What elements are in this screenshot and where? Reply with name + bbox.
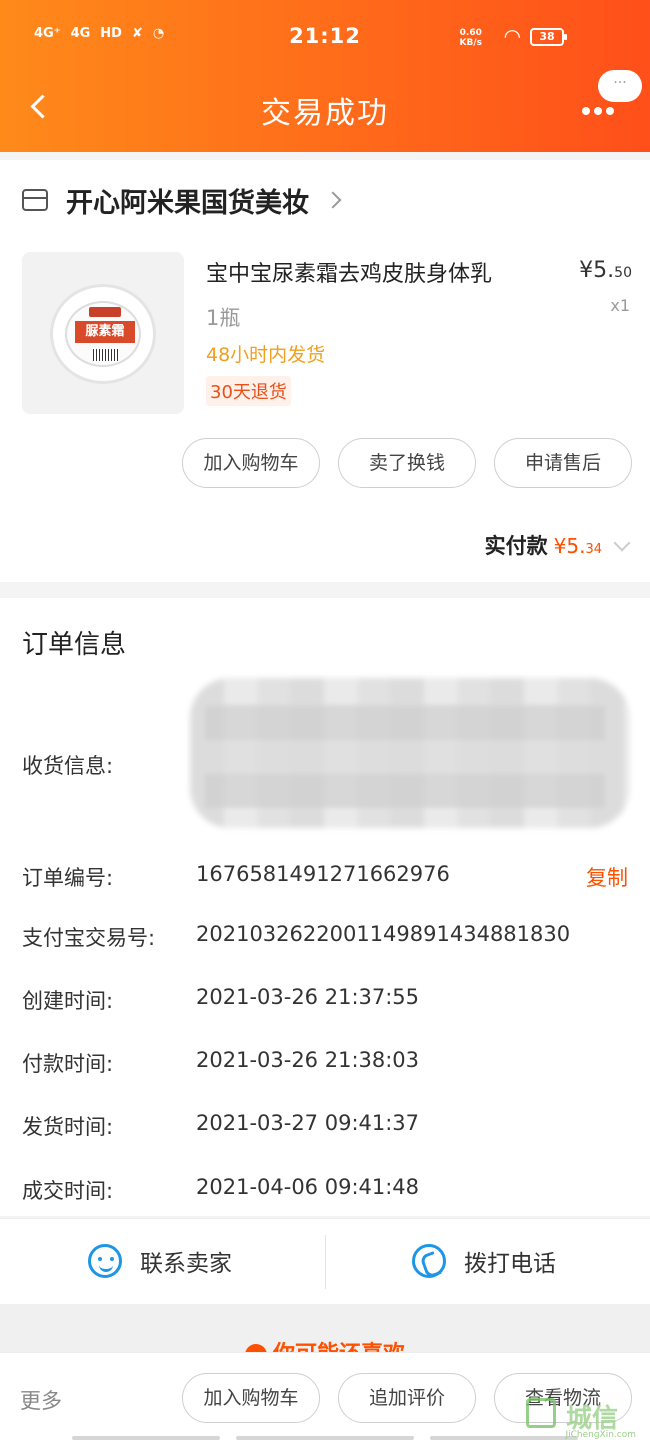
shipped-time-value: 2021-03-27 09:41:37 bbox=[196, 1111, 420, 1135]
copy-button[interactable]: 复制 bbox=[586, 862, 628, 892]
order-no-label: 订单编号: bbox=[22, 866, 114, 890]
wifi-icon: ◠ bbox=[504, 24, 520, 48]
order-info-title: 订单信息 bbox=[22, 630, 127, 660]
paid-time-label: 付款时间: bbox=[22, 1052, 114, 1076]
order-no-value: 1676581491271662976 bbox=[196, 862, 450, 886]
contact-seller-button[interactable]: 联系卖家 bbox=[88, 1241, 232, 1281]
store-name: 开心阿米果国货美妆 bbox=[66, 187, 309, 219]
page-title: 交易成功 bbox=[261, 96, 389, 131]
shipped-time-label: 发货时间: bbox=[22, 1115, 114, 1139]
completed-time-value: 2021-04-06 09:41:48 bbox=[196, 1175, 420, 1199]
speed-value: 0.60 bbox=[459, 28, 482, 38]
paid-time-value: 2021-03-26 21:38:03 bbox=[196, 1048, 420, 1072]
jar-label: 脲素霜 bbox=[75, 321, 135, 343]
product-qty: x1 bbox=[610, 296, 630, 315]
recommend-title: 你可能还喜欢 bbox=[0, 1336, 650, 1352]
chat-face-icon bbox=[88, 1244, 122, 1278]
created-time-label: 创建时间: bbox=[22, 989, 114, 1013]
product-image[interactable]: 脲素霜 bbox=[22, 252, 184, 414]
status-bar: 4G⁺ 4G HD ✘ ◔ 21:12 0.60 KB/s ◠ 38 bbox=[0, 18, 650, 58]
call-phone-button[interactable]: 拨打电话 bbox=[412, 1241, 556, 1281]
paid-amount: ¥5.34 bbox=[553, 534, 602, 558]
add-to-cart-button[interactable]: 加入购物车 bbox=[182, 438, 320, 488]
alipay-no-label: 支付宝交易号: bbox=[22, 926, 156, 950]
jar-illustration: 脲素霜 bbox=[50, 284, 156, 384]
divider bbox=[325, 1235, 326, 1289]
contact-bar: 联系卖家 拨打电话 bbox=[0, 1218, 650, 1304]
bottom-add-to-cart-button[interactable]: 加入购物车 bbox=[182, 1373, 320, 1423]
recommend-header: 你可能还喜欢 bbox=[0, 1304, 650, 1352]
battery-icon: 38 bbox=[530, 28, 567, 46]
heart-icon bbox=[244, 1344, 267, 1352]
paid-label: 实付款 bbox=[484, 534, 548, 558]
paid-amount-row[interactable]: 实付款 ¥5.34 bbox=[484, 530, 631, 560]
shipping-promise: 48小时内发货 bbox=[206, 344, 326, 366]
product-price: ¥5.50 bbox=[579, 258, 632, 283]
order-info-section: 订单信息 收货信息: 订单编号: 1676581491271662976 复制 … bbox=[0, 598, 650, 1216]
message-bubble-icon[interactable]: ··· bbox=[598, 70, 642, 102]
add-review-button[interactable]: 追加评价 bbox=[338, 1373, 476, 1423]
completed-time-label: 成交时间: bbox=[22, 1179, 114, 1203]
product-spec: 1瓶 bbox=[206, 306, 241, 330]
after-sales-button[interactable]: 申请售后 bbox=[494, 438, 632, 488]
alipay-no-value: 2021032622001149891434881830 bbox=[196, 922, 571, 946]
barcode-icon bbox=[93, 349, 119, 361]
nav-indicator bbox=[72, 1436, 220, 1440]
shipping-info-label: 收货信息: bbox=[22, 754, 114, 778]
order-card: 开心阿米果国货美妆 脲素霜 宝中宝尿素霜去鸡皮肤身体乳 ¥5.50 x1 1瓶 … bbox=[0, 160, 650, 582]
watermark-box-icon bbox=[526, 1398, 556, 1428]
product-title[interactable]: 宝中宝尿素霜去鸡皮肤身体乳 bbox=[206, 256, 492, 288]
created-time-value: 2021-03-26 21:37:55 bbox=[196, 985, 420, 1009]
resell-button[interactable]: 卖了换钱 bbox=[338, 438, 476, 488]
phone-icon bbox=[412, 1244, 446, 1278]
header: 4G⁺ 4G HD ✘ ◔ 21:12 0.60 KB/s ◠ 38 交易成功 … bbox=[0, 0, 650, 152]
chevron-right-icon bbox=[324, 191, 342, 209]
speed-unit: KB/s bbox=[459, 38, 482, 48]
store-link[interactable]: 开心阿米果国货美妆 bbox=[22, 180, 342, 220]
call-phone-label: 拨打电话 bbox=[464, 1251, 556, 1277]
contact-seller-label: 联系卖家 bbox=[140, 1251, 232, 1277]
nav-indicator bbox=[236, 1436, 414, 1440]
more-menu-icon[interactable] bbox=[582, 100, 622, 115]
return-policy-badge: 30天退货 bbox=[206, 376, 291, 406]
chevron-down-icon bbox=[613, 534, 631, 552]
store-icon bbox=[22, 189, 48, 211]
more-button[interactable]: 更多 bbox=[20, 1385, 62, 1415]
watermark-sub: JiChengXin.com bbox=[565, 1430, 636, 1440]
network-speed: 0.60 KB/s bbox=[460, 28, 482, 48]
